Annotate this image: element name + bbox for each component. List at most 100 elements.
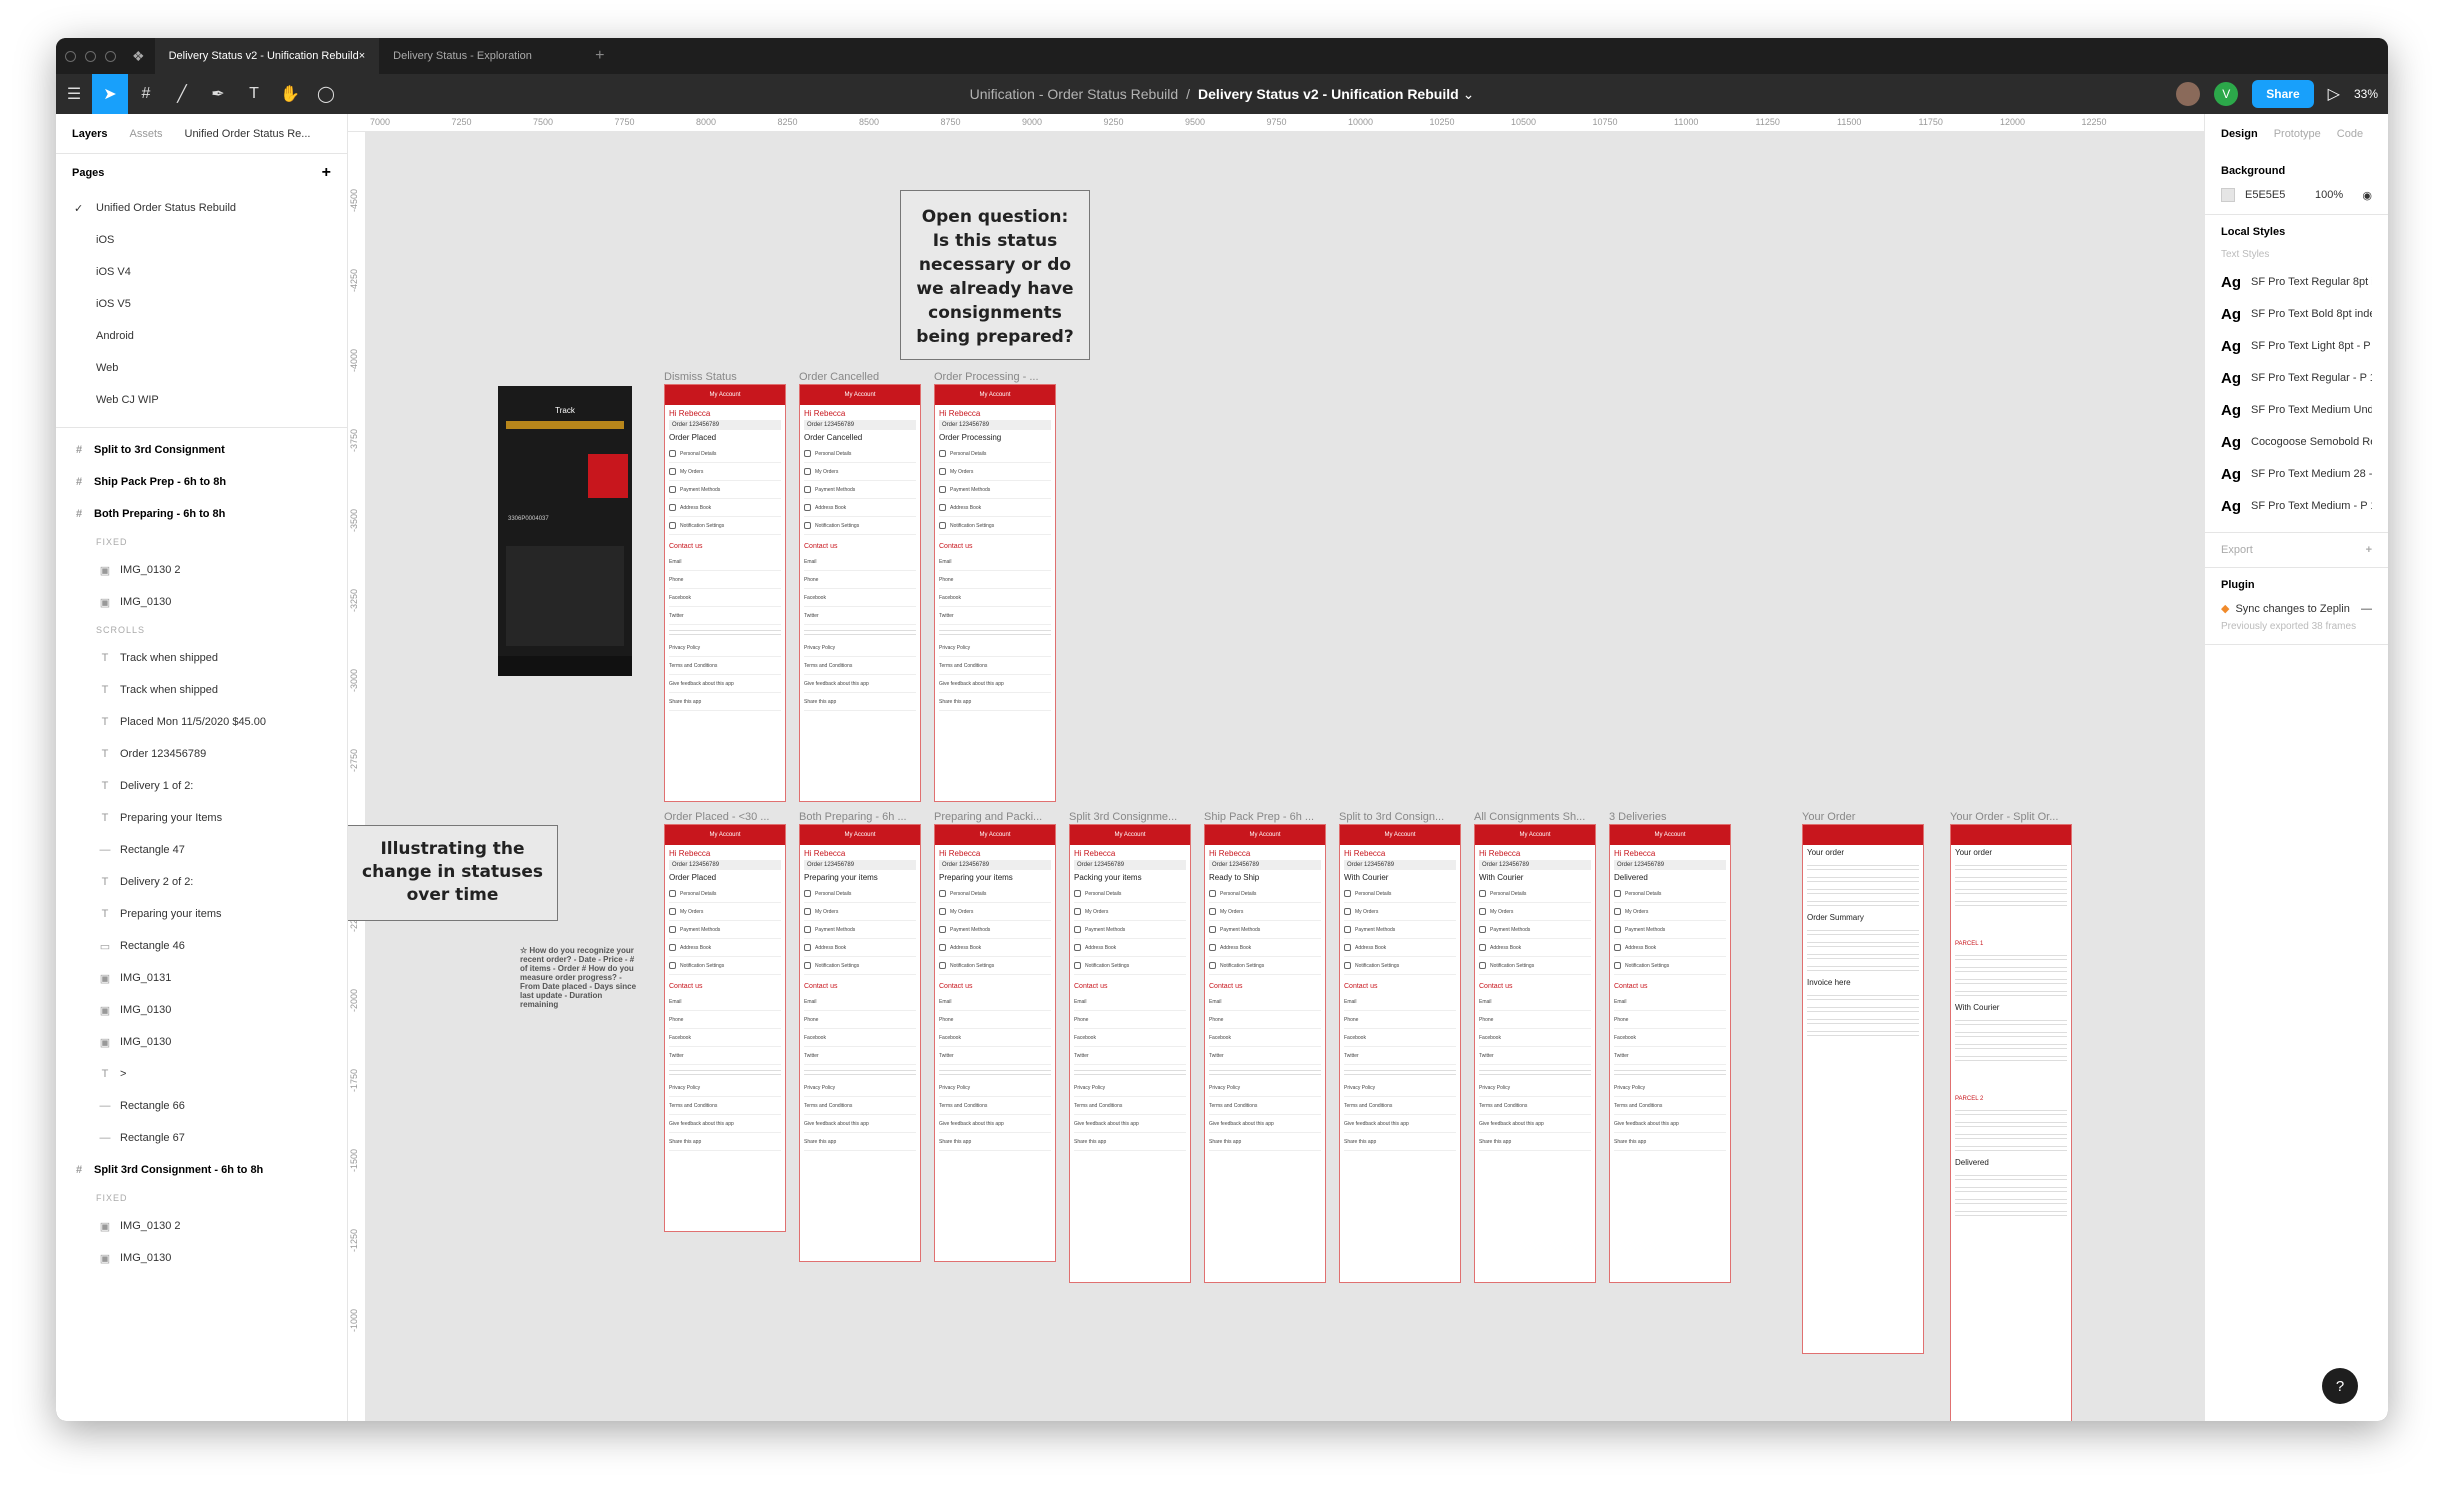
- account-phone-frame[interactable]: My Account Hi Rebecca Order 123456789 Prepa…: [799, 824, 921, 1262]
- your-order-frame[interactable]: Your order Order Summary Invoice here: [1802, 824, 1924, 1354]
- dark-track-phone[interactable]: Track 3306P0004037: [498, 386, 632, 676]
- canvas[interactable]: 7000 7250 7500 7750 8000 8250 8500 8750 9000 9250…: [348, 114, 2204, 1421]
- text-style-item[interactable]: AgSF Pro Text Medium - P 14pt: [2221, 490, 2372, 522]
- play-icon[interactable]: ▷: [2328, 84, 2340, 104]
- maximize-window-button[interactable]: [105, 50, 116, 62]
- share-button[interactable]: Share: [2252, 80, 2314, 108]
- move-tool-icon[interactable]: ➤: [92, 74, 128, 114]
- layer-row[interactable]: T >: [56, 1058, 347, 1090]
- tab-prototype[interactable]: Prototype: [2274, 128, 2321, 140]
- text-style-item[interactable]: AgSF Pro Text Regular 8pt inde...: [2221, 266, 2372, 298]
- comment-tool-icon[interactable]: ◯: [308, 74, 344, 114]
- text-style-item[interactable]: AgSF Pro Text Light 8pt - P 10pt: [2221, 330, 2372, 362]
- page-item[interactable]: iOS: [56, 224, 347, 256]
- current-page-select[interactable]: Unified Order Status Re...: [185, 128, 311, 140]
- text-style-item[interactable]: AgSF Pro Text Regular - P 14pt: [2221, 362, 2372, 394]
- layer-row[interactable]: # Both Preparing - 6h to 8h: [56, 498, 347, 530]
- remove-plugin-icon[interactable]: —: [2361, 603, 2372, 615]
- layer-row[interactable]: T Delivery 1 of 2:: [56, 770, 347, 802]
- layer-row[interactable]: T Placed Mon 11/5/2020 $45.00: [56, 706, 347, 738]
- plugin-item[interactable]: Sync changes to Zeplin: [2235, 603, 2349, 615]
- page-item[interactable]: Web CJ WIP: [56, 384, 347, 416]
- layer-row[interactable]: ▣ IMG_0130: [56, 994, 347, 1026]
- layer-row[interactable]: ▣ IMG_0130: [56, 1026, 347, 1058]
- layer-row[interactable]: ▣ IMG_0130: [56, 586, 347, 618]
- layer-row[interactable]: T Track when shipped: [56, 642, 347, 674]
- account-phone-frame[interactable]: My Account Hi Rebecca Order 123456789 Order…: [934, 384, 1056, 802]
- frame-tool-icon[interactable]: #: [128, 74, 164, 114]
- minimize-window-button[interactable]: [85, 50, 96, 62]
- hand-tool-icon[interactable]: ✋: [272, 74, 308, 114]
- frame-label[interactable]: Dismiss Status: [664, 371, 737, 383]
- file-name[interactable]: Delivery Status v2 - Unification Rebuild: [1198, 86, 1459, 102]
- layer-row[interactable]: — Rectangle 47: [56, 834, 347, 866]
- layer-row[interactable]: T Preparing your items: [56, 898, 347, 930]
- frame-label[interactable]: Ship Pack Prep - 6h ...: [1204, 811, 1314, 823]
- page-item[interactable]: Android: [56, 320, 347, 352]
- frame-label[interactable]: Order Cancelled: [799, 371, 879, 383]
- account-phone-frame[interactable]: My Account Hi Rebecca Order 123456789 Ready…: [1204, 824, 1326, 1283]
- text-tool-icon[interactable]: T: [236, 74, 272, 114]
- layer-row[interactable]: T Preparing your Items: [56, 802, 347, 834]
- new-tab-icon[interactable]: +: [595, 47, 604, 65]
- menu-icon[interactable]: ☰: [56, 74, 92, 114]
- text-style-item[interactable]: AgSF Pro Text Bold 8pt indent -...: [2221, 298, 2372, 330]
- eye-icon[interactable]: ◉: [2362, 189, 2372, 202]
- frame-label[interactable]: Split to 3rd Consign...: [1339, 811, 1444, 823]
- page-item[interactable]: iOS V5: [56, 288, 347, 320]
- tab-assets[interactable]: Assets: [129, 128, 162, 140]
- frame-label[interactable]: Your Order: [1802, 811, 1855, 823]
- note-open-question[interactable]: Open question: Is this status necessary …: [900, 190, 1090, 360]
- frame-label[interactable]: Order Placed - <30 ...: [664, 811, 769, 823]
- account-phone-frame[interactable]: My Account Hi Rebecca Order 123456789 Order…: [664, 824, 786, 1232]
- layer-row[interactable]: ▣ IMG_0130: [56, 1242, 347, 1274]
- account-phone-frame[interactable]: My Account Hi Rebecca Order 123456789 With …: [1339, 824, 1461, 1283]
- layer-row[interactable]: — Rectangle 66: [56, 1090, 347, 1122]
- help-button[interactable]: ?: [2322, 1368, 2358, 1404]
- tab-design[interactable]: Design: [2221, 128, 2258, 140]
- layer-row[interactable]: T Delivery 2 of 2:: [56, 866, 347, 898]
- avatar[interactable]: [2176, 82, 2201, 106]
- layer-row[interactable]: ▣ IMG_0131: [56, 962, 347, 994]
- pen-tool-icon[interactable]: ✒: [200, 74, 236, 114]
- frame-label[interactable]: 3 Deliveries: [1609, 811, 1666, 823]
- layer-row[interactable]: # Split to 3rd Consignment: [56, 434, 347, 466]
- page-item[interactable]: ✓ Unified Order Status Rebuild: [56, 192, 347, 224]
- frame-label[interactable]: All Consignments Sh...: [1474, 811, 1585, 823]
- layer-row[interactable]: ▣ IMG_0130 2: [56, 1210, 347, 1242]
- layer-row[interactable]: — Rectangle 67: [56, 1122, 347, 1154]
- text-style-item[interactable]: AgCocogoose Semobold Red - ...: [2221, 426, 2372, 458]
- add-page-icon[interactable]: +: [322, 164, 331, 182]
- tab-layers[interactable]: Layers: [72, 128, 107, 140]
- frame-label[interactable]: Split 3rd Consignme...: [1069, 811, 1177, 823]
- layer-row[interactable]: T Order 123456789: [56, 738, 347, 770]
- layer-row[interactable]: ▭ Rectangle 46: [56, 930, 347, 962]
- close-window-button[interactable]: [65, 50, 76, 62]
- line-tool-icon[interactable]: ╱: [164, 74, 200, 114]
- account-phone-frame[interactable]: My Account Hi Rebecca Order 123456789 Order…: [799, 384, 921, 802]
- account-phone-frame[interactable]: My Account Hi Rebecca Order 123456789 Deliv…: [1609, 824, 1731, 1283]
- bullet-notes[interactable]: ☆ How do you recognize your recent order…: [520, 946, 640, 1009]
- layer-row[interactable]: # Ship Pack Prep - 6h to 8h: [56, 466, 347, 498]
- zoom-level[interactable]: 33%: [2354, 87, 2378, 101]
- bg-swatch[interactable]: [2221, 188, 2235, 202]
- account-phone-frame[interactable]: My Account Hi Rebecca Order 123456789 With …: [1474, 824, 1596, 1283]
- tab-delivery-status-v2[interactable]: Delivery Status v2 - Unification Rebuild…: [154, 38, 380, 74]
- frame-label[interactable]: Your Order - Split Or...: [1950, 811, 2058, 823]
- layer-row[interactable]: # Split 3rd Consignment - 6h to 8h: [56, 1154, 347, 1186]
- avatar-v[interactable]: V: [2214, 82, 2239, 106]
- bg-opacity[interactable]: 100%: [2315, 189, 2343, 201]
- your-order-frame[interactable]: Your order PARCEL 1 With Courier PARCEL 2 De…: [1950, 824, 2072, 1421]
- layer-row[interactable]: ▣ IMG_0130 2: [56, 554, 347, 586]
- note-illustrating[interactable]: Illustrating the change in statuses over…: [348, 825, 558, 921]
- page-item[interactable]: iOS V4: [56, 256, 347, 288]
- tab-delivery-exploration[interactable]: Delivery Status - Exploration: [379, 38, 589, 74]
- account-phone-frame[interactable]: My Account Hi Rebecca Order 123456789 Order…: [664, 384, 786, 802]
- layer-row[interactable]: T Track when shipped: [56, 674, 347, 706]
- page-item[interactable]: Web: [56, 352, 347, 384]
- frame-label[interactable]: Both Preparing - 6h ...: [799, 811, 907, 823]
- figma-logo-icon[interactable]: ❖: [132, 48, 145, 65]
- close-tab-icon[interactable]: ×: [359, 50, 365, 62]
- text-style-item[interactable]: AgSF Pro Text Medium Underlin...: [2221, 394, 2372, 426]
- account-phone-frame[interactable]: My Account Hi Rebecca Order 123456789 Packi…: [1069, 824, 1191, 1283]
